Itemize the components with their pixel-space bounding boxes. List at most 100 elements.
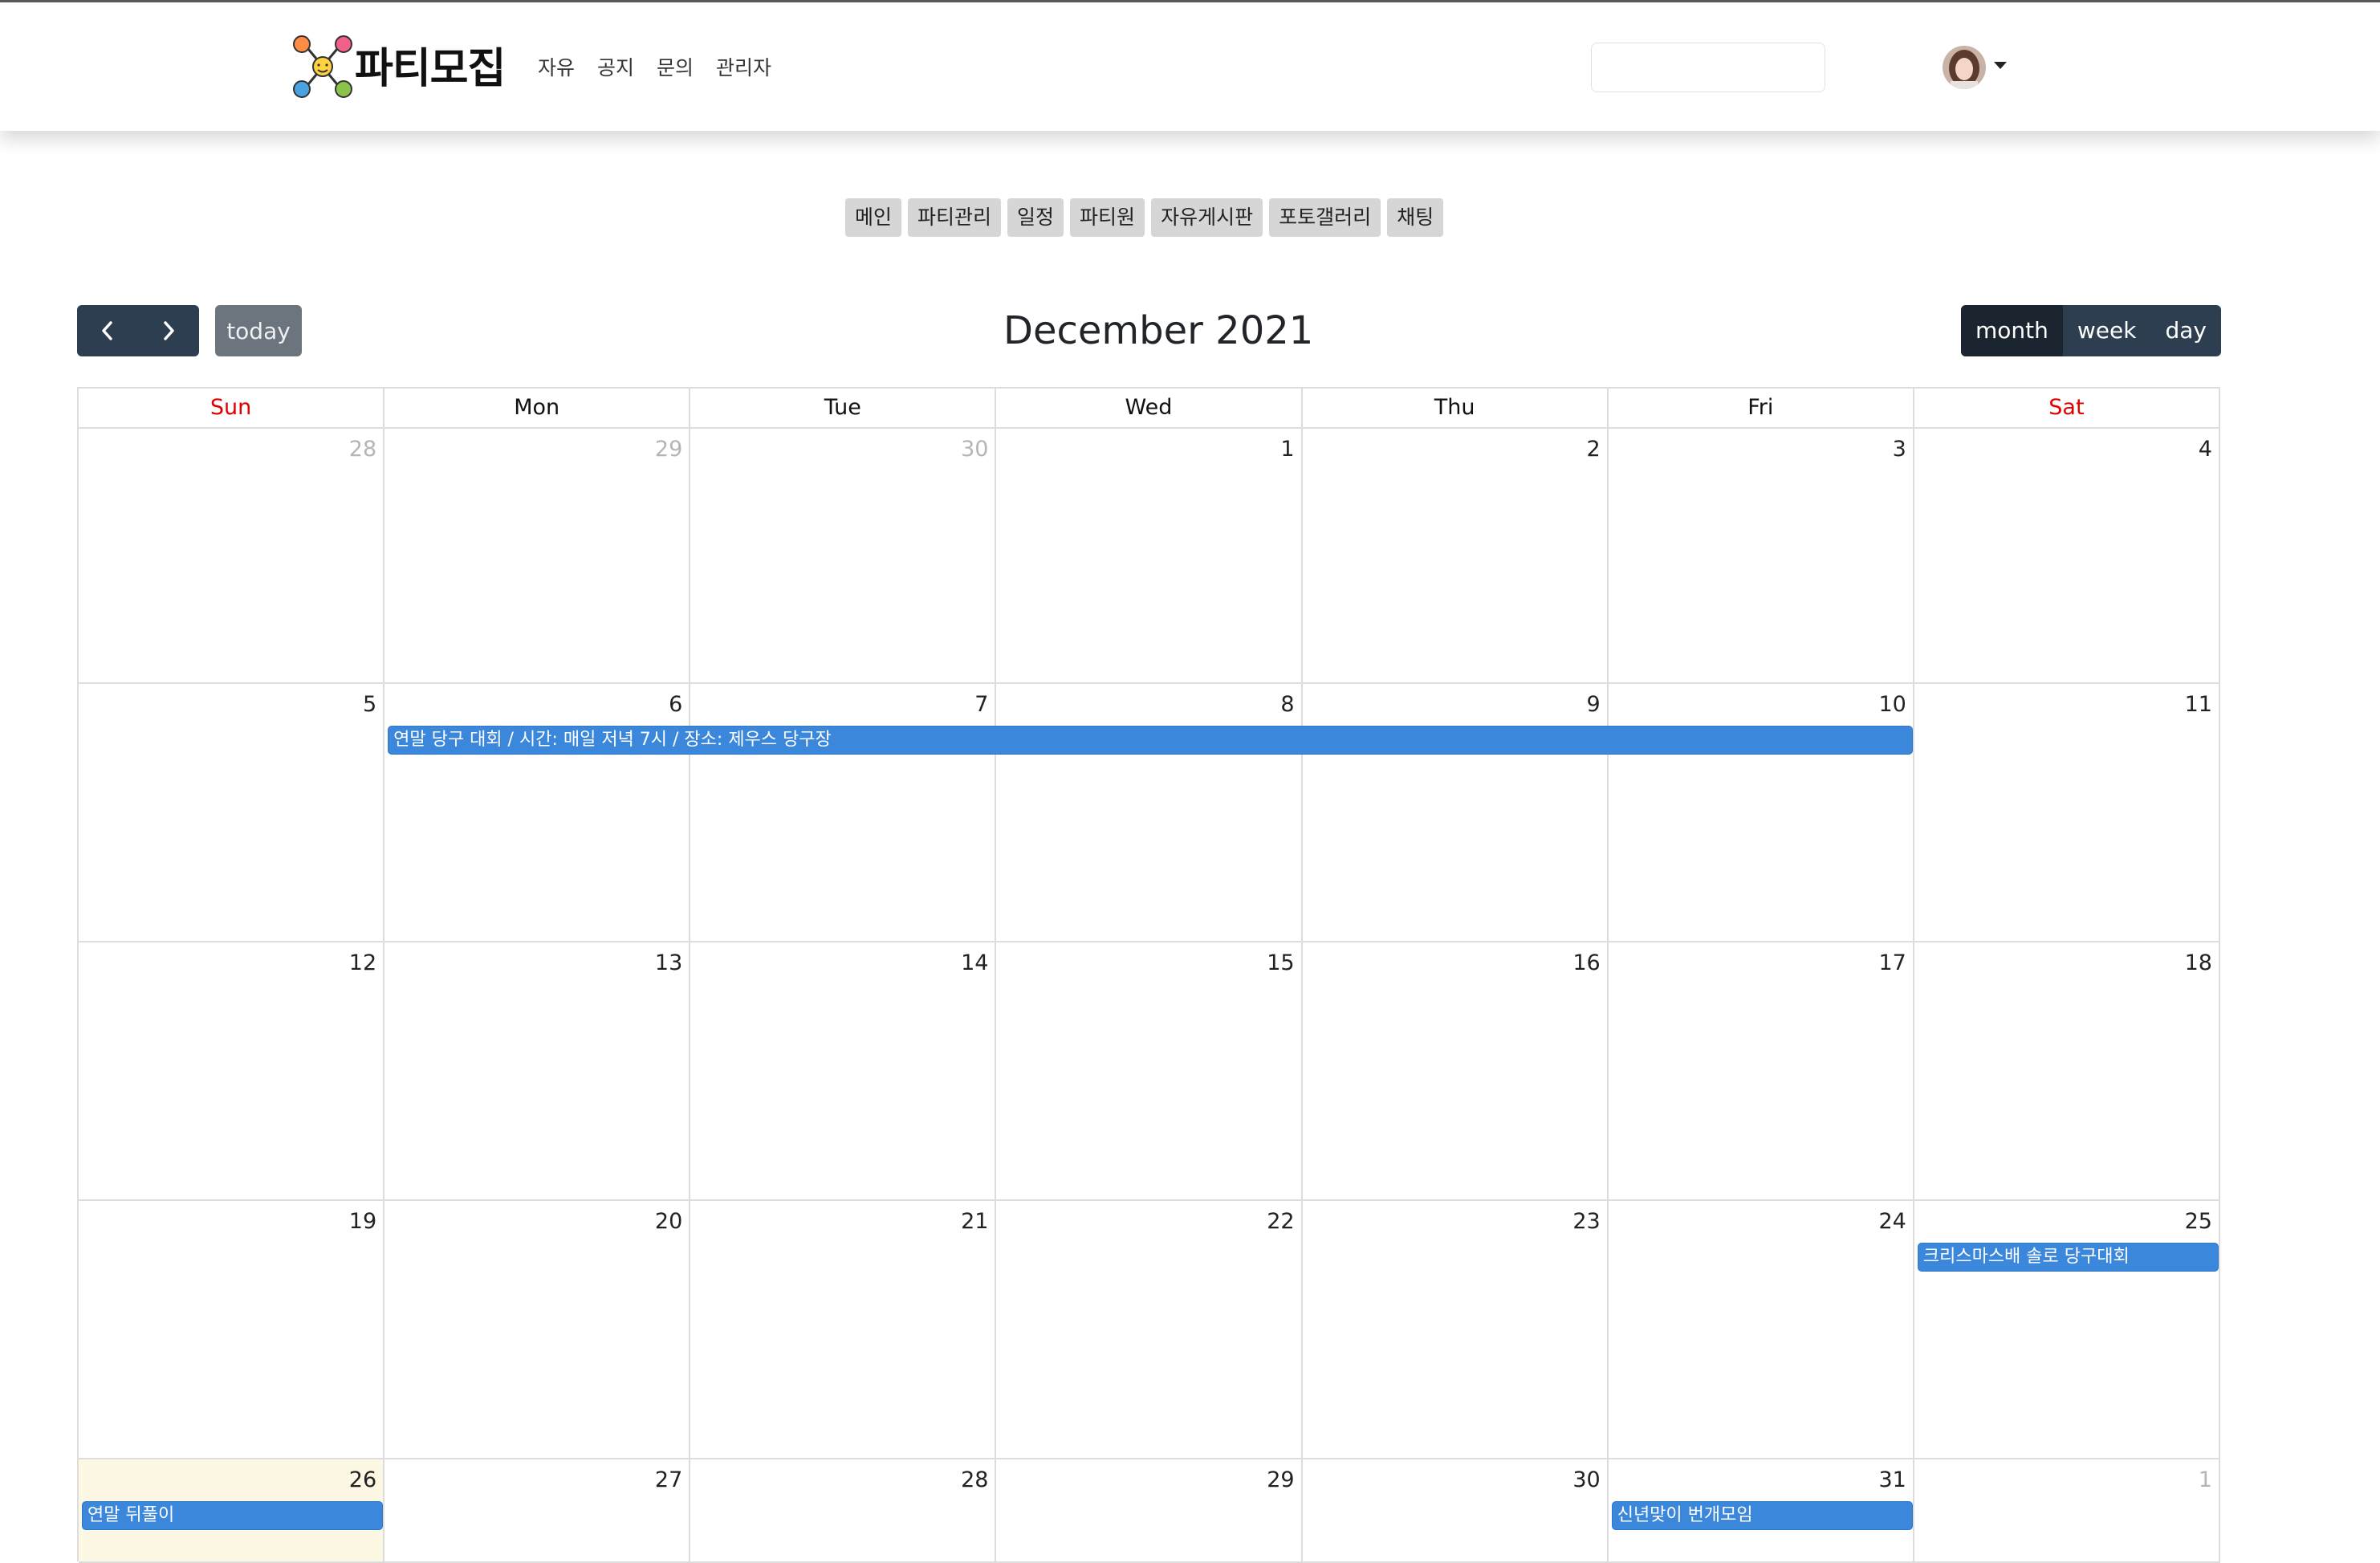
avatar[interactable] <box>1943 46 1986 89</box>
day-cell[interactable]: 8 <box>996 684 1303 941</box>
day-cell[interactable]: 4 <box>1914 429 2220 682</box>
day-number[interactable]: 28 <box>349 437 376 462</box>
day-cell[interactable]: 18 <box>1914 942 2220 1199</box>
day-cell[interactable]: 13 <box>384 942 691 1199</box>
day-cell[interactable]: 28 <box>79 429 385 682</box>
calendar-event[interactable]: 연말 당구 대회 / 시간: 매일 저녁 7시 / 장소: 제우스 당구장 <box>388 726 1913 755</box>
brand-name[interactable]: 파티모집 <box>355 35 506 95</box>
calendar-event[interactable]: 신년맞이 번개모임 <box>1611 1501 1913 1530</box>
day-cell[interactable]: 1 <box>996 429 1303 682</box>
month-calendar-grid: Sun Mon Tue Wed Thu Fri Sat 28 29 30 1 2 3 4 5 6… <box>77 387 2220 1563</box>
subnav-schedule[interactable]: 일정 <box>1007 198 1064 237</box>
day-cell[interactable]: 22 <box>996 1201 1303 1458</box>
day-cell[interactable]: 16 <box>1303 942 1609 1199</box>
nav-link-inquiry[interactable]: 문의 <box>657 52 694 81</box>
day-number[interactable]: 1 <box>2199 1467 2212 1492</box>
day-cell[interactable]: 3 <box>1609 429 1914 682</box>
day-number[interactable]: 18 <box>2185 950 2212 975</box>
day-cell[interactable]: 28 <box>690 1459 997 1561</box>
calendar-title: December 2021 <box>1003 308 1314 353</box>
day-number[interactable]: 3 <box>1893 437 1906 462</box>
day-number[interactable]: 19 <box>349 1209 376 1234</box>
day-number[interactable]: 24 <box>1878 1209 1906 1234</box>
day-cell[interactable]: 21 <box>690 1201 997 1458</box>
subnav-free-board[interactable]: 자유게시판 <box>1151 198 1263 237</box>
day-number[interactable]: 20 <box>655 1209 682 1234</box>
day-number[interactable]: 15 <box>1267 950 1294 975</box>
day-cell[interactable]: 24 <box>1609 1201 1914 1458</box>
day-cell[interactable]: 11 <box>1914 684 2220 941</box>
day-number[interactable]: 21 <box>961 1209 988 1234</box>
day-number[interactable]: 29 <box>1267 1467 1294 1492</box>
nav-link-free[interactable]: 자유 <box>538 52 575 81</box>
nav-link-notice[interactable]: 공지 <box>597 52 634 81</box>
day-number[interactable]: 1 <box>1280 437 1294 462</box>
weekday-header-row: Sun Mon Tue Wed Thu Fri Sat <box>79 389 2220 429</box>
day-cell[interactable]: 17 <box>1609 942 1914 1199</box>
day-number[interactable]: 11 <box>2185 692 2212 717</box>
view-day-button[interactable]: day <box>2150 305 2221 356</box>
weekday-mon: Mon <box>384 389 691 427</box>
day-number[interactable]: 2 <box>1587 437 1601 462</box>
day-cell[interactable]: 1 <box>1914 1459 2220 1561</box>
day-cell[interactable]: 29 <box>384 429 691 682</box>
subnav-members[interactable]: 파티원 <box>1070 198 1145 237</box>
next-month-button[interactable] <box>138 305 199 356</box>
day-number[interactable]: 7 <box>974 692 988 717</box>
day-number[interactable]: 16 <box>1572 950 1600 975</box>
weekday-fri: Fri <box>1609 389 1914 427</box>
view-month-button[interactable]: month <box>1961 305 2063 356</box>
calendar-event[interactable]: 연말 뒤풀이 <box>82 1501 384 1530</box>
prev-month-button[interactable] <box>77 305 138 356</box>
day-cell[interactable]: 14 <box>690 942 997 1199</box>
day-cell[interactable]: 30 <box>1303 1459 1609 1561</box>
day-number[interactable]: 13 <box>655 950 682 975</box>
view-week-button[interactable]: week <box>2063 305 2151 356</box>
day-number[interactable]: 4 <box>2199 437 2212 462</box>
day-number[interactable]: 30 <box>1572 1467 1600 1492</box>
search-input[interactable] <box>1591 43 1825 92</box>
day-number[interactable]: 17 <box>1878 950 1906 975</box>
day-cell[interactable]: 7 <box>690 684 997 941</box>
day-cell[interactable]: 15 <box>996 942 1303 1199</box>
day-cell[interactable]: 9 <box>1303 684 1609 941</box>
day-number[interactable]: 9 <box>1587 692 1601 717</box>
calendar-event[interactable]: 크리스마스배 솔로 당구대회 <box>1917 1243 2219 1272</box>
day-cell[interactable]: 12 <box>79 942 385 1199</box>
day-number[interactable]: 30 <box>961 437 988 462</box>
day-number[interactable]: 28 <box>961 1467 988 1492</box>
day-number[interactable]: 31 <box>1878 1467 1906 1492</box>
day-cell[interactable]: 20 <box>384 1201 691 1458</box>
day-cell[interactable]: 23 <box>1303 1201 1609 1458</box>
day-cell[interactable]: 27 <box>384 1459 691 1561</box>
day-cell[interactable]: 30 <box>690 429 997 682</box>
day-cell[interactable]: 2 <box>1303 429 1609 682</box>
day-cell[interactable]: 19 <box>79 1201 385 1458</box>
day-number[interactable]: 5 <box>363 692 376 717</box>
day-number[interactable]: 12 <box>349 950 376 975</box>
today-button[interactable]: today <box>215 305 302 356</box>
account-dropdown-caret-icon[interactable] <box>1994 62 2007 69</box>
day-number[interactable]: 14 <box>961 950 988 975</box>
day-cell[interactable]: 5 <box>79 684 385 941</box>
subnav-party-manage[interactable]: 파티관리 <box>908 198 1002 237</box>
subnav-main[interactable]: 메인 <box>845 198 902 237</box>
day-cell[interactable]: 29 <box>996 1459 1303 1561</box>
weekday-wed: Wed <box>996 389 1303 427</box>
day-number[interactable]: 27 <box>655 1467 682 1492</box>
nav-link-admin[interactable]: 관리자 <box>716 52 771 81</box>
day-number[interactable]: 22 <box>1267 1209 1294 1234</box>
subnav-photo-gallery[interactable]: 포토갤러리 <box>1269 198 1381 237</box>
day-cell[interactable]: 10 <box>1609 684 1914 941</box>
day-number[interactable]: 26 <box>349 1467 376 1492</box>
day-number[interactable]: 25 <box>2185 1209 2212 1234</box>
day-cell[interactable]: 25 <box>1914 1201 2220 1458</box>
brand-logo-icon[interactable] <box>291 33 355 100</box>
day-number[interactable]: 6 <box>669 692 682 717</box>
day-number[interactable]: 29 <box>655 437 682 462</box>
day-number[interactable]: 8 <box>1280 692 1294 717</box>
day-number[interactable]: 23 <box>1572 1209 1600 1234</box>
subnav-chat[interactable]: 채팅 <box>1387 198 1444 237</box>
day-cell[interactable]: 6 <box>384 684 691 941</box>
day-number[interactable]: 10 <box>1878 692 1906 717</box>
